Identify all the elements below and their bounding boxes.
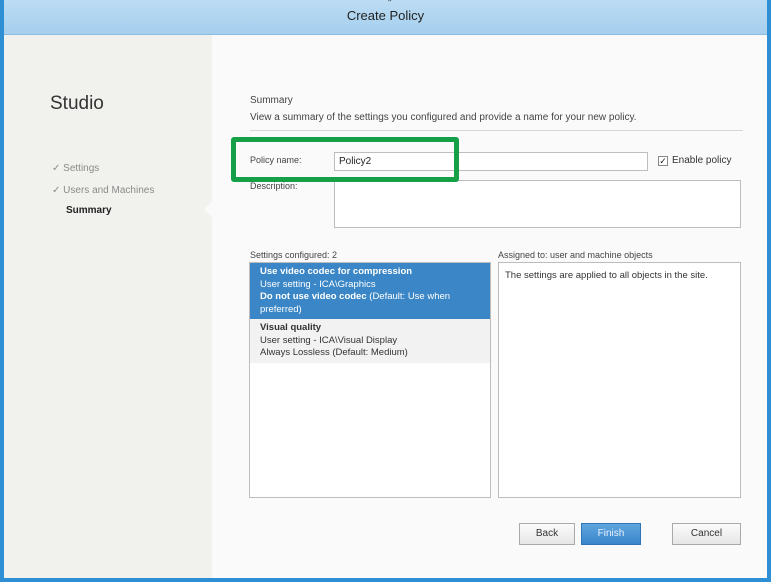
section-description: View a summary of the settings you confi… bbox=[250, 112, 637, 123]
current-step-pointer bbox=[204, 200, 213, 218]
list-item[interactable]: Use video codec for compression User set… bbox=[250, 263, 490, 319]
policy-name-highlight bbox=[231, 137, 459, 182]
list-item[interactable]: Visual quality User setting - ICA\Visual… bbox=[250, 319, 490, 363]
settings-configured-list[interactable]: Use video codec for compression User set… bbox=[249, 262, 491, 498]
window-title: Create Policy bbox=[346, 8, 425, 23]
step-label: Settings bbox=[63, 163, 100, 174]
enable-policy-label: Enable policy bbox=[672, 155, 732, 166]
section-title: Summary bbox=[250, 95, 293, 106]
setting-category: User setting - ICA\Graphics bbox=[260, 278, 376, 290]
setting-value: Always Lossless (Default: Medium) bbox=[260, 347, 408, 358]
enable-policy-checkbox[interactable]: ✓ Enable policy bbox=[658, 155, 731, 166]
create-policy-window: " Create Policy Studio ✓ Settings ✓ User… bbox=[0, 0, 771, 582]
description-label: Description: bbox=[250, 181, 298, 191]
title-bar: " Create Policy bbox=[4, 0, 767, 35]
checkmark-icon: ✓ bbox=[52, 163, 61, 174]
step-summary: Summary bbox=[66, 205, 112, 216]
checkmark-icon: ✓ bbox=[52, 185, 61, 196]
checkbox-checked-icon[interactable]: ✓ bbox=[658, 155, 668, 166]
setting-category: User setting - ICA\Visual Display bbox=[260, 334, 398, 346]
step-label: Summary bbox=[66, 205, 112, 216]
step-settings: ✓ Settings bbox=[52, 163, 99, 174]
assigned-to-header: Assigned to: user and machine objects bbox=[498, 250, 653, 260]
title-mark: " bbox=[388, 0, 392, 9]
cancel-button[interactable]: Cancel bbox=[672, 523, 741, 545]
setting-title: Use video codec for compression bbox=[260, 266, 413, 277]
settings-configured-header: Settings configured: 2 bbox=[250, 250, 338, 260]
step-users-and-machines: ✓ Users and Machines bbox=[52, 185, 154, 196]
wizard-sidebar: Studio ✓ Settings ✓ Users and Machines S… bbox=[4, 35, 212, 578]
setting-title: Visual quality bbox=[260, 322, 322, 333]
setting-value: Do not use video codec (Default: Use whe… bbox=[260, 291, 451, 315]
assigned-to-panel: The settings are applied to all objects … bbox=[498, 262, 741, 498]
back-button[interactable]: Back bbox=[519, 523, 575, 545]
description-input[interactable] bbox=[334, 180, 741, 228]
app-name: Studio bbox=[50, 93, 104, 114]
finish-button[interactable]: Finish bbox=[581, 523, 641, 545]
step-label: Users and Machines bbox=[63, 185, 155, 196]
section-divider bbox=[250, 130, 743, 131]
